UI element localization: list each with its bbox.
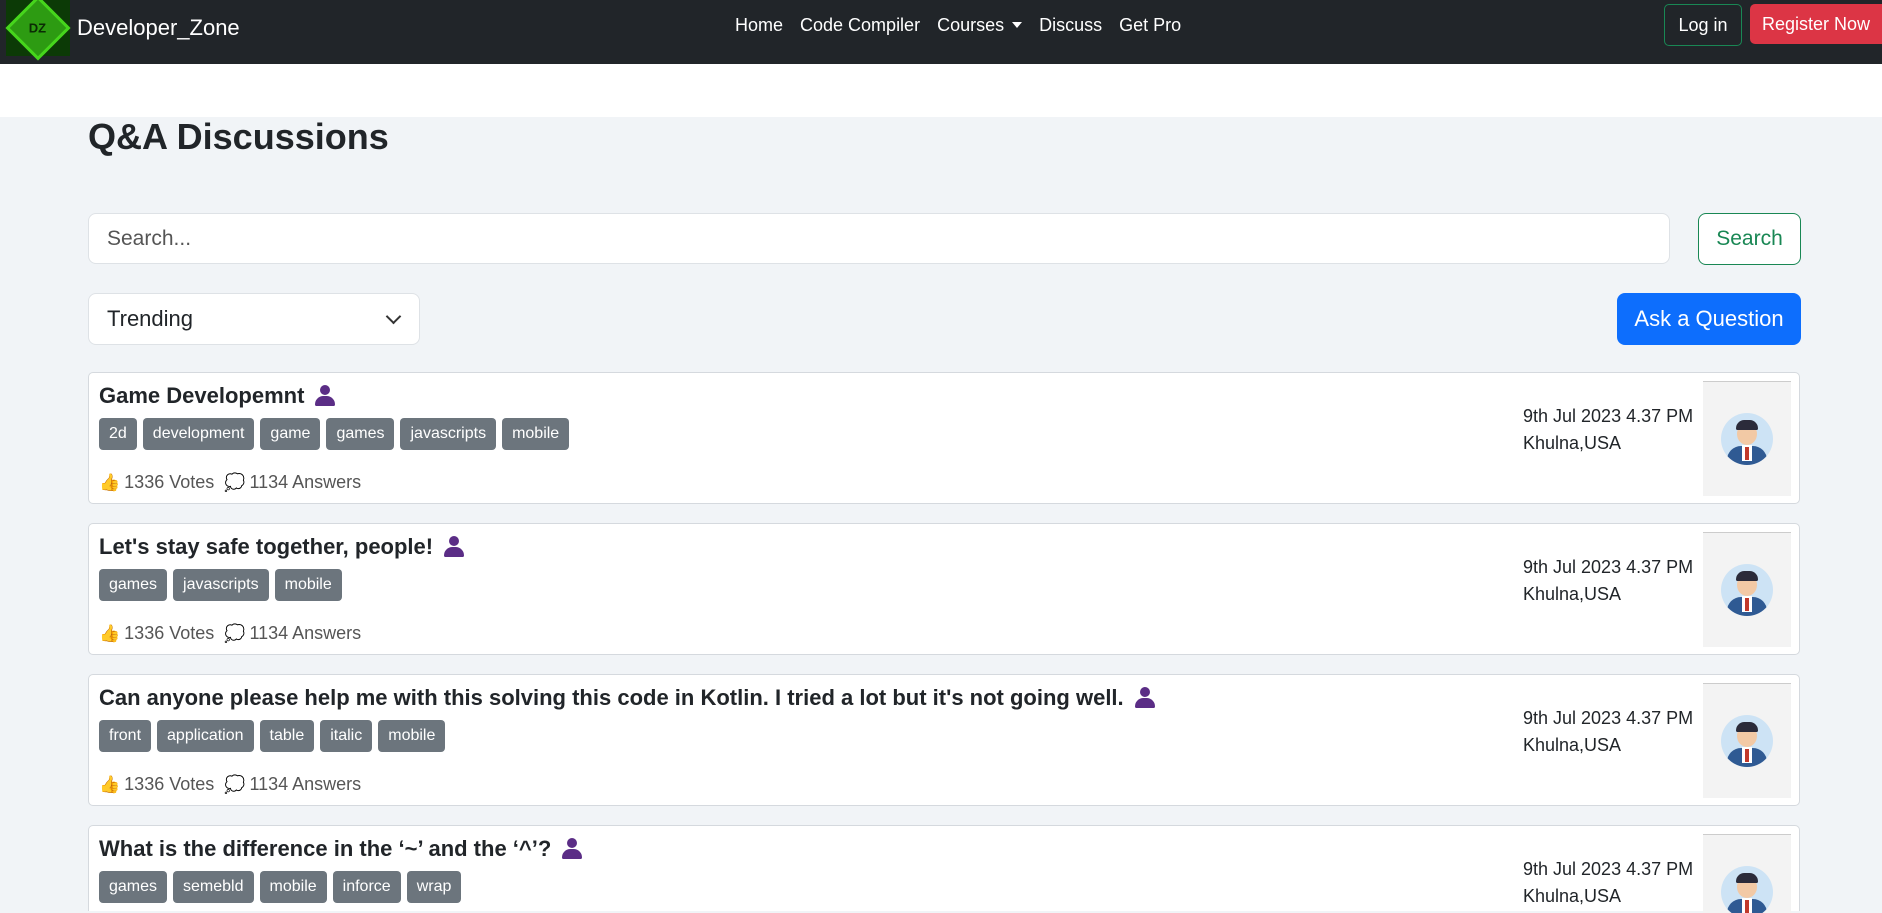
user-icon bbox=[1134, 687, 1156, 709]
speech-bubble-icon: 💭 bbox=[224, 472, 246, 492]
logo-text: DZ bbox=[29, 20, 47, 36]
tag[interactable]: table bbox=[259, 720, 315, 752]
speech-bubble-icon: 💭 bbox=[224, 774, 246, 794]
question-card[interactable]: Let's stay safe together, people! games … bbox=[88, 523, 1800, 655]
question-date: 9th Jul 2023 4.37 PM bbox=[1523, 708, 1694, 728]
caret-down-icon bbox=[1012, 22, 1023, 28]
question-location: Khulna,USA bbox=[1523, 735, 1622, 755]
votes-count: 1336 Votes bbox=[124, 472, 215, 492]
tag[interactable]: mobile bbox=[259, 871, 327, 903]
ask-question-button[interactable]: Ask a Question bbox=[1617, 293, 1801, 345]
avatar[interactable] bbox=[1721, 866, 1773, 913]
user-icon bbox=[561, 838, 583, 860]
answers-count: 1134 Answers bbox=[249, 623, 362, 643]
question-location: Khulna,USA bbox=[1523, 886, 1622, 906]
avatar-box bbox=[1703, 683, 1791, 798]
tag[interactable]: front bbox=[99, 720, 152, 752]
nav-link-code-compiler[interactable]: Code Compiler bbox=[800, 15, 920, 36]
question-title[interactable]: Game Developemnt bbox=[99, 383, 336, 409]
nav-link-get-pro[interactable]: Get Pro bbox=[1119, 15, 1181, 36]
nav-link-courses-label: Courses bbox=[937, 14, 1005, 35]
question-title-text: What is the difference in the ‘~’ and th… bbox=[99, 836, 552, 861]
answers-count: 1134 Answers bbox=[249, 774, 362, 794]
avatar-box bbox=[1703, 834, 1791, 913]
tag[interactable]: games bbox=[99, 871, 168, 903]
question-stats: 👍 1336 Votes 💭 1134 Answers bbox=[99, 774, 361, 795]
tag[interactable]: mobile bbox=[378, 720, 446, 752]
nav-link-home[interactable]: Home bbox=[735, 15, 783, 36]
tag[interactable]: game bbox=[260, 418, 321, 450]
question-card[interactable]: What is the difference in the ‘~’ and th… bbox=[88, 825, 1800, 913]
user-icon bbox=[443, 536, 465, 558]
speech-bubble-icon: 💭 bbox=[224, 623, 246, 643]
tag-list: 2d development game games javascripts mo… bbox=[99, 418, 570, 450]
tag[interactable]: inforce bbox=[332, 871, 401, 903]
nav-link-discuss[interactable]: Discuss bbox=[1039, 15, 1102, 36]
question-meta: 9th Jul 2023 4.37 PM Khulna,USA bbox=[1523, 554, 1693, 608]
sort-select-value: Trending bbox=[107, 306, 194, 331]
thumbs-up-icon: 👍 bbox=[99, 472, 121, 492]
question-date: 9th Jul 2023 4.37 PM bbox=[1523, 557, 1694, 577]
tag[interactable]: application bbox=[157, 720, 254, 752]
logo: DZ bbox=[5, 0, 71, 61]
answers-count: 1134 Answers bbox=[249, 472, 362, 492]
tag-list: games javascripts mobile bbox=[99, 569, 342, 601]
question-date: 9th Jul 2023 4.37 PM bbox=[1523, 859, 1694, 879]
question-meta: 9th Jul 2023 4.37 PM Khulna,USA bbox=[1523, 403, 1693, 457]
tag[interactable]: mobile bbox=[502, 418, 570, 450]
nav-link-courses[interactable]: Courses bbox=[937, 14, 1023, 36]
avatar-box bbox=[1703, 381, 1791, 496]
question-location: Khulna,USA bbox=[1523, 584, 1622, 604]
question-title-text: Can anyone please help me with this solv… bbox=[99, 685, 1124, 710]
avatar[interactable] bbox=[1721, 413, 1773, 465]
question-card[interactable]: Can anyone please help me with this solv… bbox=[88, 674, 1800, 806]
brand[interactable]: DZ Developer_Zone bbox=[5, 0, 240, 61]
tag[interactable]: development bbox=[142, 418, 255, 450]
question-title[interactable]: Can anyone please help me with this solv… bbox=[99, 685, 1156, 711]
tag[interactable]: wrap bbox=[406, 871, 462, 903]
question-title[interactable]: Let's stay safe together, people! bbox=[99, 534, 465, 560]
search-button[interactable]: Search bbox=[1698, 213, 1801, 265]
tag[interactable]: games bbox=[326, 418, 395, 450]
tag[interactable]: italic bbox=[320, 720, 373, 752]
thumbs-up-icon: 👍 bbox=[99, 774, 121, 794]
header-band bbox=[0, 64, 1882, 117]
nav-links: Home Code Compiler Courses Discuss Get P… bbox=[735, 0, 1198, 50]
question-title-text: Let's stay safe together, people! bbox=[99, 534, 434, 559]
sort-select[interactable]: Trending bbox=[88, 293, 420, 345]
tag-list: front application table italic mobile bbox=[99, 720, 446, 752]
register-button[interactable]: Register Now bbox=[1750, 4, 1882, 44]
tag[interactable]: 2d bbox=[99, 418, 137, 450]
question-stats: 👍 1336 Votes 💭 1134 Answers bbox=[99, 623, 361, 644]
brand-name[interactable]: Developer_Zone bbox=[77, 15, 240, 41]
thumbs-up-icon: 👍 bbox=[99, 623, 121, 643]
login-button[interactable]: Log in bbox=[1664, 4, 1742, 46]
question-title-text: Game Developemnt bbox=[99, 383, 305, 408]
question-date: 9th Jul 2023 4.37 PM bbox=[1523, 406, 1694, 426]
votes-count: 1336 Votes bbox=[124, 774, 215, 794]
chevron-down-icon bbox=[385, 308, 402, 325]
avatar-box bbox=[1703, 532, 1791, 647]
search-input[interactable] bbox=[88, 213, 1670, 264]
question-location: Khulna,USA bbox=[1523, 433, 1622, 453]
question-title[interactable]: What is the difference in the ‘~’ and th… bbox=[99, 836, 583, 862]
page-title: Q&A Discussions bbox=[88, 116, 389, 157]
user-icon bbox=[314, 385, 336, 407]
navbar: DZ Developer_Zone Home Code Compiler Cou… bbox=[0, 0, 1882, 64]
tag[interactable]: semebld bbox=[173, 871, 254, 903]
question-meta: 9th Jul 2023 4.37 PM Khulna,USA bbox=[1523, 856, 1693, 910]
tag[interactable]: mobile bbox=[274, 569, 342, 601]
tag[interactable]: javascripts bbox=[173, 569, 269, 601]
question-stats: 👍 1336 Votes 💭 1134 Answers bbox=[99, 472, 361, 493]
question-card[interactable]: Game Developemnt 2d development game gam… bbox=[88, 372, 1800, 504]
votes-count: 1336 Votes bbox=[124, 623, 215, 643]
tag[interactable]: javascripts bbox=[400, 418, 497, 450]
avatar[interactable] bbox=[1721, 564, 1773, 616]
tag[interactable]: games bbox=[99, 569, 168, 601]
question-meta: 9th Jul 2023 4.37 PM Khulna,USA bbox=[1523, 705, 1693, 759]
avatar[interactable] bbox=[1721, 715, 1773, 767]
tag-list: games semebld mobile inforce wrap bbox=[99, 871, 462, 903]
